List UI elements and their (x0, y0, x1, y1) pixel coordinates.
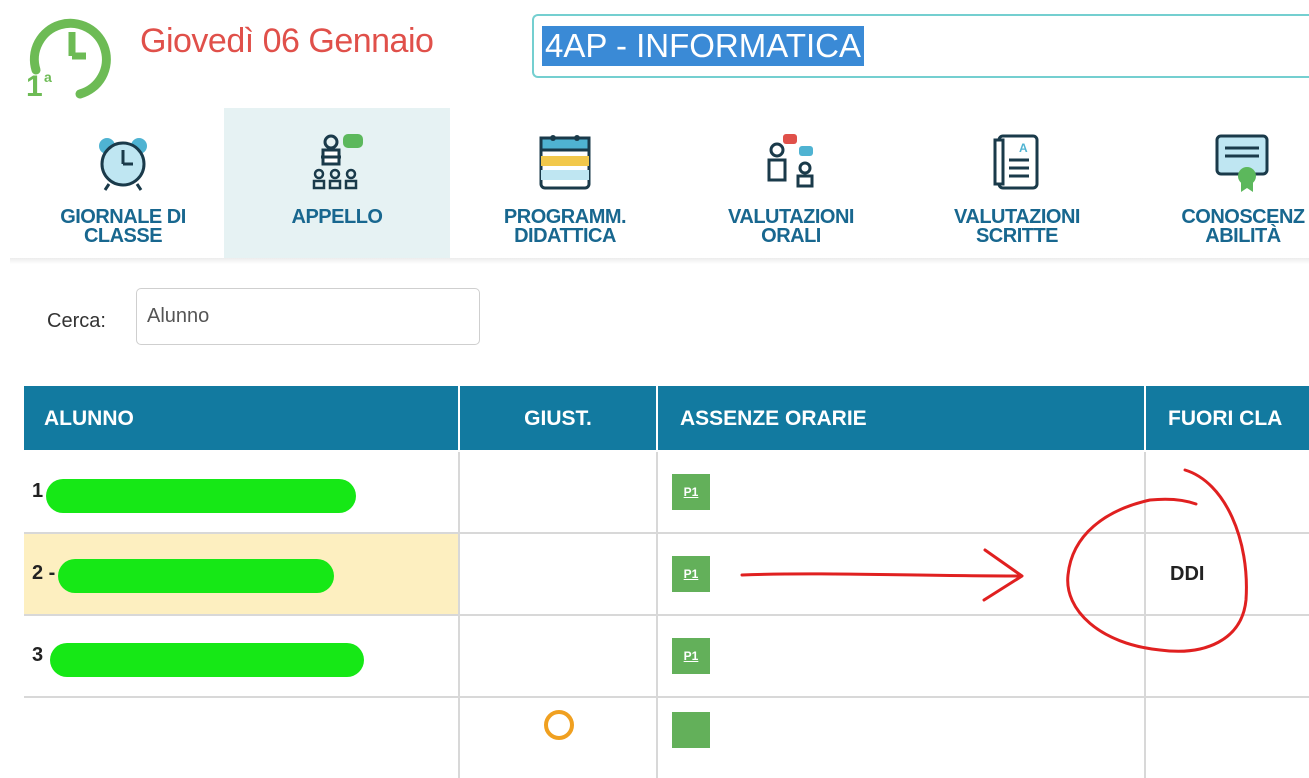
p1-badge[interactable]: P1 (672, 556, 710, 592)
app-logo-clock-icon: 1 a (22, 8, 118, 103)
assenze-cell: P1 (656, 452, 1146, 532)
tool-conoscenze-abilita[interactable]: CONOSCENZ ABILITÀ (1130, 108, 1309, 258)
p1-badge[interactable] (672, 712, 710, 748)
main-toolbar: GIORNALE DI CLASSE APPELLO PROGRAMM. DID… (10, 108, 1309, 258)
tool-valutazioni-scritte[interactable]: A VALUTAZIONI SCRITTE (904, 108, 1130, 258)
header-giust[interactable]: GIUST. (458, 386, 656, 450)
header-fuori-classe[interactable]: FUORI CLA (1144, 386, 1282, 450)
tool-label: APPELLO (291, 206, 383, 228)
search-label: Cerca: (47, 310, 106, 332)
header-assenze-orarie[interactable]: ASSENZE ORARIE (656, 386, 867, 450)
giust-cell[interactable] (458, 616, 658, 696)
assenze-cell: P1 (656, 534, 1146, 614)
roll-call-icon (305, 130, 369, 194)
giust-cell[interactable] (458, 452, 658, 532)
tool-label: GIORNALE DI CLASSE (60, 206, 186, 247)
svg-text:A: A (1019, 141, 1028, 155)
fuori-classe-cell[interactable] (1144, 698, 1309, 778)
table-row[interactable]: 3 P1 (24, 616, 1309, 698)
tool-giornale-di-classe[interactable]: GIORNALE DI CLASSE (10, 108, 236, 258)
fuori-classe-cell[interactable] (1144, 452, 1309, 532)
oral-grades-icon (759, 130, 823, 194)
row-number: 2 - (32, 562, 56, 584)
fuori-classe-value: DDI (1170, 563, 1205, 585)
tool-valutazioni-orali[interactable]: VALUTAZIONI ORALI (678, 108, 904, 258)
tool-programm-didattica[interactable]: PROGRAMM. DIDATTICA (452, 108, 678, 258)
tool-label: VALUTAZIONI ORALI (728, 206, 854, 247)
giust-cell[interactable] (458, 698, 658, 778)
class-name: 4AP - INFORMATICA (542, 26, 864, 66)
assenze-cell (656, 698, 1146, 778)
tool-appello[interactable]: APPELLO (224, 108, 450, 258)
fuori-classe-cell[interactable] (1144, 616, 1309, 696)
p1-badge[interactable]: P1 (672, 638, 710, 674)
tool-label: VALUTAZIONI SCRITTE (954, 206, 1080, 247)
table-row[interactable]: 2 - P1 DDI (24, 534, 1309, 616)
student-cell[interactable] (24, 698, 458, 778)
search-input[interactable] (136, 288, 480, 345)
tool-label: PROGRAMM. DIDATTICA (503, 206, 627, 247)
warning-icon[interactable] (544, 710, 574, 740)
calendar-icon (533, 130, 597, 194)
row-number: 1 (32, 480, 44, 502)
certificate-icon (1211, 130, 1275, 194)
student-cell[interactable]: 1 (24, 452, 458, 532)
alarm-clock-icon (91, 130, 155, 194)
class-selector[interactable]: 4AP - INFORMATICA (532, 14, 1309, 78)
row-number: 3 (32, 644, 44, 666)
table-row[interactable] (24, 698, 1309, 778)
assenze-cell: P1 (656, 616, 1146, 696)
student-cell[interactable]: 2 - (24, 534, 458, 614)
svg-text:1: 1 (26, 70, 43, 100)
table-row[interactable]: 1 P1 (24, 452, 1309, 534)
redacted-name (46, 479, 356, 513)
header-alunno[interactable]: ALUNNO (44, 386, 134, 450)
fuori-classe-cell[interactable]: DDI (1144, 534, 1309, 614)
page-date-title: Giovedì 06 Gennaio (140, 22, 434, 60)
table-header: ALUNNO GIUST. ASSENZE ORARIE FUORI CLA (24, 386, 1309, 450)
svg-text:a: a (44, 69, 52, 85)
redacted-name (58, 559, 334, 593)
p1-badge[interactable]: P1 (672, 474, 710, 510)
giust-cell[interactable] (458, 534, 658, 614)
tool-label: CONOSCENZ ABILITÀ (1181, 206, 1305, 247)
redacted-name (50, 643, 364, 677)
written-grades-icon: A (985, 130, 1049, 194)
student-cell[interactable]: 3 (24, 616, 458, 696)
toolbar-divider (10, 258, 1309, 264)
